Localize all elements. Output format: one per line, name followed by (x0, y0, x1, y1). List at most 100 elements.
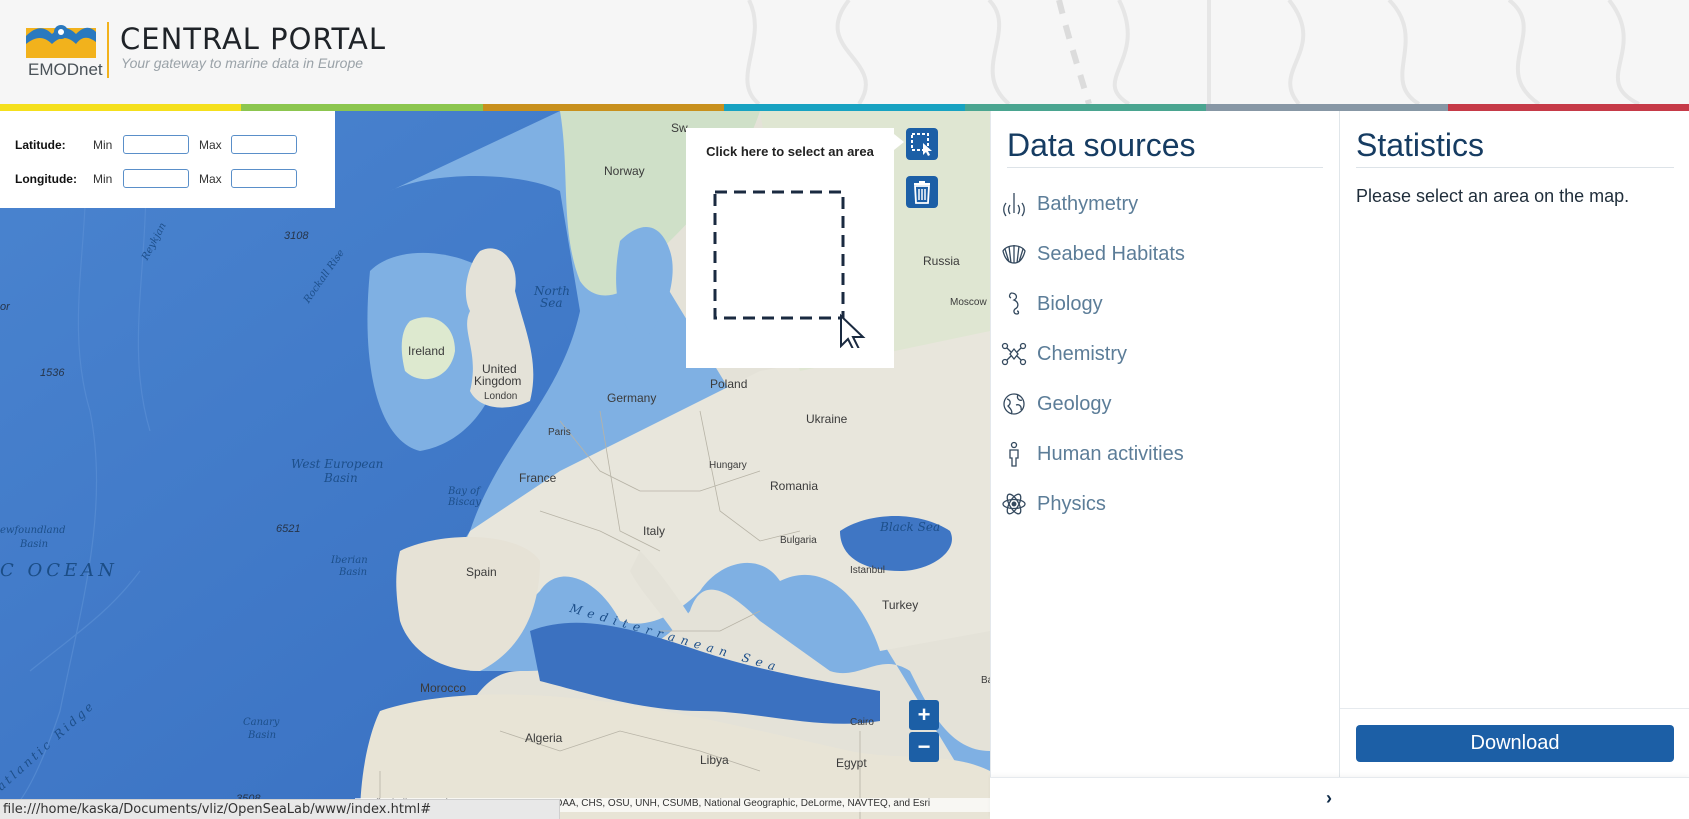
header: EMODnet CENTRAL PORTAL Your gateway to m… (0, 0, 1689, 104)
map-label-bulgaria: Bulgaria (780, 535, 817, 546)
map-label-iberian: Iberian (331, 555, 368, 566)
data-source-chemistry[interactable]: Chemistry (1001, 337, 1127, 371)
color-stripe (0, 104, 1689, 111)
map-label-russia: Russia (923, 254, 960, 268)
map-label-ireland: Ireland (408, 344, 445, 358)
stripe-yellow (0, 104, 242, 111)
map-label-istanbul: Istanbul (850, 565, 886, 576)
map-label-london: London (484, 391, 518, 402)
map-label-egypt: Egypt (836, 756, 867, 770)
select-area-tooltip: Click here to select an area (686, 128, 904, 368)
data-source-seabed-habitats[interactable]: Seabed Habitats (1001, 237, 1185, 271)
statistics-footer-divider (1340, 708, 1689, 709)
download-button[interactable]: Download (1356, 725, 1674, 762)
bottom-bar: › (990, 777, 1689, 819)
map-label-turkey: Turkey (882, 598, 919, 612)
chevron-right-icon[interactable]: › (1326, 788, 1332, 809)
trash-icon (914, 181, 930, 204)
longitude-min-label: Min (93, 171, 113, 186)
seahorse-icon (1008, 292, 1020, 315)
map-label-spain: Spain (466, 565, 497, 579)
globe-icon (1003, 393, 1025, 415)
map-label-france: France (519, 471, 557, 485)
stripe-red (1447, 104, 1689, 111)
map-label-germany: Germany (607, 391, 657, 405)
map-label-morocco: Morocco (420, 681, 467, 695)
longitude-label: Longitude: (15, 171, 77, 186)
latitude-min-label: Min (93, 137, 113, 152)
map-label-newfoundland: ewfoundland (0, 525, 66, 536)
page-title: CENTRAL PORTAL (120, 22, 386, 56)
stripe-teal (965, 104, 1207, 111)
map-label-iberian-basin: Basin (339, 567, 368, 578)
browser-status-url: file:///home/kaska/Documents/vliz/OpenSe… (0, 799, 560, 819)
map-label-bay-of: Bay of (448, 486, 480, 497)
data-source-label: Biology (1037, 292, 1103, 315)
map-label-romania: Romania (770, 479, 819, 493)
map-label-black-sea: Black Sea (880, 520, 941, 534)
map-label-biscay: Biscay (448, 497, 481, 508)
longitude-max-input[interactable] (231, 169, 297, 188)
person-icon (1009, 441, 1019, 467)
map-label-cairo: Cairo (850, 717, 874, 728)
select-area-hint: Click here to select an area (706, 144, 874, 159)
logo-text: EMODnet (28, 60, 103, 79)
latitude-min-input[interactable] (123, 135, 189, 154)
data-source-bathymetry[interactable]: Bathymetry (1001, 187, 1138, 221)
zoom-out-button[interactable]: − (909, 732, 939, 762)
longitude-min-input[interactable] (123, 169, 189, 188)
stripe-ochre (482, 104, 724, 111)
map-label-norway: Norway (604, 164, 645, 178)
longitude-max-label: Max (199, 171, 222, 186)
map-label-ukraine: Ukraine (806, 412, 848, 426)
map-label-depth-3108: 3108 (284, 230, 309, 242)
latitude-max-input[interactable] (231, 135, 297, 154)
latitude-max-label: Max (199, 137, 222, 152)
statistics-message: Please select an area on the map. (1356, 186, 1630, 206)
delete-area-button[interactable] (906, 176, 938, 208)
map-label-canary: Canary (243, 717, 280, 728)
map-label-kingdom: Kingdom (474, 374, 522, 388)
map-label-algeria: Algeria (525, 731, 563, 745)
logo-divider (107, 22, 109, 78)
map-label-moscow: Moscow (950, 297, 987, 308)
shell-icon (1002, 245, 1026, 264)
molecule-icon (1001, 342, 1027, 366)
map-label-hungary: Hungary (709, 460, 747, 471)
data-source-label: Bathymetry (1037, 192, 1139, 215)
emodnet-logo-icon (26, 25, 96, 58)
data-source-label: Physics (1037, 492, 1106, 515)
stripe-blue (723, 104, 966, 111)
page: EMODnet CENTRAL PORTAL Your gateway to m… (0, 0, 1689, 819)
map-label-poland: Poland (710, 377, 748, 391)
map-label-or: or (0, 301, 10, 313)
stripe-grey (1206, 104, 1448, 111)
header-background-pattern (745, 0, 1640, 104)
map-label-west-european: West European (291, 457, 384, 471)
map-label-italy: Italy (643, 524, 666, 538)
zoom-in-button[interactable]: + (909, 700, 939, 730)
statistics-title: Statistics (1356, 127, 1485, 163)
bathymetry-icon (1003, 193, 1025, 217)
data-source-physics[interactable]: Physics (1001, 487, 1106, 521)
data-source-label: Geology (1037, 392, 1112, 415)
data-sources-divider (1007, 167, 1323, 168)
map-label-ba: Ba (981, 675, 990, 686)
data-sources-title: Data sources (1007, 127, 1196, 163)
map-label-canary-basin: Basin (248, 730, 277, 741)
data-source-human-activities[interactable]: Human activities (1001, 437, 1184, 471)
data-source-label: Human activities (1037, 442, 1184, 465)
map-label-newfoundland-basin: Basin (20, 539, 49, 550)
latitude-label: Latitude: (15, 137, 66, 152)
statistics-divider (1356, 167, 1674, 168)
map-label-depth-6521: 6521 (276, 523, 301, 535)
map-label-paris: Paris (548, 427, 571, 438)
data-sources-panel: Data sources Bathymetry Seabed Habitats … (990, 111, 1339, 777)
coordinates-panel: Latitude: Min Max Longitude: Min Max (0, 111, 335, 208)
data-source-biology[interactable]: Biology (1001, 287, 1103, 321)
map-label-west-european-basin: Basin (324, 471, 358, 485)
atom-icon (1002, 493, 1026, 515)
data-source-geology[interactable]: Geology (1001, 387, 1112, 421)
map-label-depth-1536: 1536 (40, 367, 65, 379)
select-area-button[interactable] (906, 128, 938, 160)
